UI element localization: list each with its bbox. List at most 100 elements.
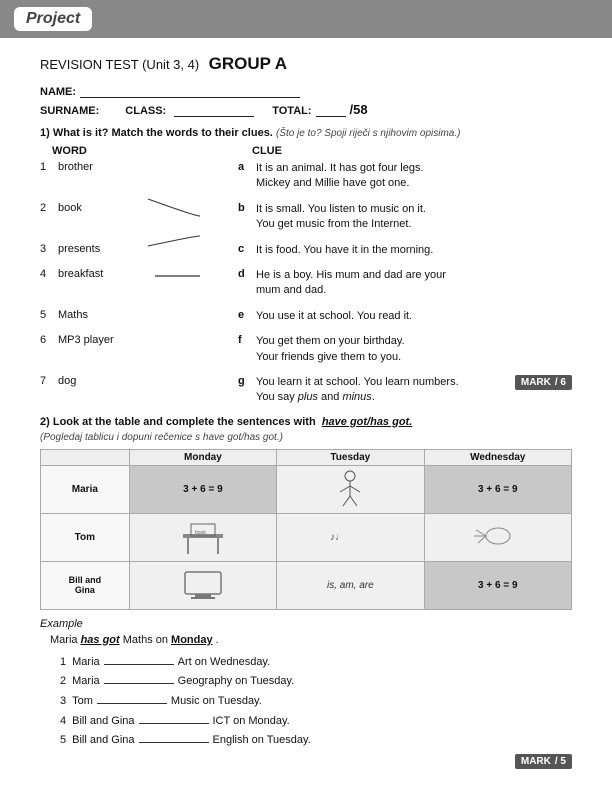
section1: 1) What is it? Match the words to their … [40, 127, 572, 406]
list-item-5: 5 Bill and Gina English on Tuesday. [60, 730, 572, 750]
section2: 2) Look at the table and complete the se… [40, 416, 572, 769]
list-item-2: 2 Maria Geography on Tuesday. [60, 671, 572, 691]
art-music: ♪♩ [320, 516, 380, 556]
fill-line-1[interactable] [104, 652, 174, 665]
clue-text-6: You get them on your birthday.Your frien… [256, 334, 572, 365]
word-4: breakfast [58, 268, 158, 280]
name-input-line[interactable] [80, 84, 300, 98]
wc-row-3: 3 presents c It is food. You have it in … [40, 243, 572, 258]
title-main: GROUP A [209, 54, 287, 73]
word-3: presents [58, 243, 158, 255]
art-computer [173, 564, 233, 604]
wc-row-6: 6 MP3 player f You get them on your birt… [40, 334, 572, 365]
table-row-maria: Maria 3 + 6 = 9 3 + 6 = 9 [41, 465, 572, 513]
list-item-4: 4 Bill and Gina ICT on Monday. [60, 711, 572, 731]
art-hands [468, 516, 528, 556]
table-bill-tue: is, am, are [277, 561, 424, 609]
clue-header: CLUE [252, 145, 282, 157]
clue-letter-3: c [238, 243, 256, 255]
mark-label-1: MARK [521, 377, 551, 388]
main-content: REVISION TEST (Unit 3, 4) GROUP A NAME: … [0, 38, 612, 785]
mark-box-1: MARK / 6 [515, 375, 572, 390]
list-num-3: 3 [60, 692, 66, 711]
word-num-6: 6 [40, 334, 58, 346]
logo-text: Project [26, 10, 80, 28]
word-header: WORD [52, 145, 172, 157]
sentence-2-after: Geography on Tuesday. [178, 672, 295, 691]
mark-value-2: / 5 [555, 756, 566, 767]
section1-number: 1) [40, 127, 50, 139]
fill-line-4[interactable] [139, 711, 209, 724]
svg-text:book: book [195, 530, 206, 536]
fill-line-2[interactable] [104, 671, 174, 684]
name-label: NAME: [40, 86, 76, 98]
table-name-maria: Maria [41, 465, 130, 513]
table-header-tue: Tuesday [277, 449, 424, 465]
clue-letter-5: e [238, 309, 256, 321]
word-6: MP3 player [58, 334, 158, 346]
total-input-line [316, 103, 346, 117]
table-name-tom: Tom [41, 513, 130, 561]
word-5: Maths [58, 309, 158, 321]
word-num-3: 3 [40, 243, 58, 255]
table-header-wed: Wednesday [424, 449, 571, 465]
section2-instruction-cr: (Pogledaj tablicu i dopuni rečenice s ha… [40, 432, 572, 443]
list-num-4: 4 [60, 712, 66, 731]
example-text: Maria has got Maths on Monday . [40, 634, 572, 646]
sentence-5-after: English on Tuesday. [213, 731, 311, 750]
name-row: NAME: [40, 84, 572, 98]
section2-title: 2) Look at the table and complete the se… [40, 416, 572, 428]
table-tom-tue: ♪♩ [277, 513, 424, 561]
total-value: /58 [350, 102, 368, 117]
fill-line-5[interactable] [139, 730, 209, 743]
surname-field: SURNAME: [40, 103, 107, 117]
word-num-7: 7 [40, 375, 58, 387]
table-tom-mon: book [129, 513, 276, 561]
sentence-1-before: Maria [72, 653, 100, 672]
clue-letter-2: b [238, 202, 256, 214]
table-maria-wed: 3 + 6 = 9 [424, 465, 571, 513]
fill-line-3[interactable] [97, 691, 167, 704]
svg-text:♪♩: ♪♩ [330, 532, 345, 543]
clue-text-7: You learn it at school. You learn number… [256, 375, 509, 406]
clue-letter-6: f [238, 334, 256, 346]
total-field: TOTAL: /58 [272, 102, 367, 117]
section1-instruction-en: What is it? Match the words to their clu… [53, 127, 273, 139]
word-1: brother [58, 161, 158, 173]
list-num-2: 2 [60, 672, 66, 691]
table-header-mon: Monday [129, 449, 276, 465]
schedule-table: Monday Tuesday Wednesday Maria 3 + 6 = 9 [40, 449, 572, 610]
sentence-5-before: Bill and Gina [72, 731, 134, 750]
word-num-4: 4 [40, 268, 58, 280]
class-input-line[interactable] [174, 103, 254, 117]
class-label: CLASS: [125, 105, 166, 117]
sentence-3-after: Music on Tuesday. [171, 692, 262, 711]
word-7: dog [58, 375, 158, 387]
clue-text-3: It is food. You have it in the morning. [256, 243, 572, 258]
list-num-5: 5 [60, 731, 66, 750]
section1-instruction-cr: (Što je to? Spoji riječi s njihovim opis… [276, 128, 461, 139]
word-2: book [58, 202, 158, 214]
page-title: REVISION TEST (Unit 3, 4) GROUP A [40, 54, 572, 74]
clue-text-1: It is an animal. It has got four legs.Mi… [256, 161, 572, 192]
sentence-1-after: Art on Wednesday. [178, 653, 271, 672]
table-row-tom: Tom book ♪♩ [41, 513, 572, 561]
section2-highlight: have got/has got. [322, 416, 412, 428]
section1-title: 1) What is it? Match the words to their … [40, 127, 572, 139]
example-label: Example [40, 618, 572, 630]
section2-number: 2) [40, 416, 50, 428]
clue-text-4: He is a boy. His mum and dad are yourmum… [256, 268, 572, 299]
art-figure-1 [320, 468, 380, 508]
table-name-bill-gina: Bill and Gina [41, 561, 130, 609]
word-num-1: 1 [40, 161, 58, 173]
table-bill-mon [129, 561, 276, 609]
title-prefix: REVISION TEST (Unit 3, 4) [40, 57, 199, 72]
clue-text-5: You use it at school. You read it. [256, 309, 572, 324]
mark-box-2: MARK / 5 [515, 754, 572, 769]
list-num-1: 1 [60, 653, 66, 672]
mark-row-2: MARK / 5 [40, 754, 572, 769]
clue-text-2: It is small. You listen to music on it.Y… [256, 202, 572, 233]
wc-row-7: 7 dog g You learn it at school. You lear… [40, 375, 572, 406]
wc-row-1: 1 brother a It is an animal. It has got … [40, 161, 572, 192]
wc-row-4: 4 breakfast d He is a boy. His mum and d… [40, 268, 572, 299]
